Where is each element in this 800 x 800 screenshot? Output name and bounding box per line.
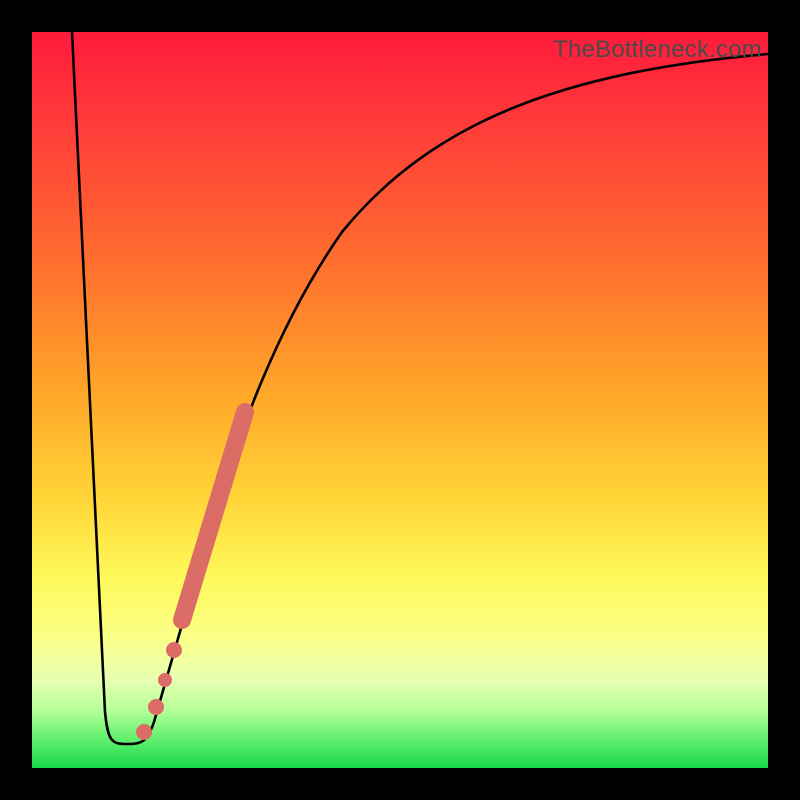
- marker-dot: [158, 673, 172, 687]
- marker-segment: [182, 412, 245, 620]
- marker-dot: [136, 724, 152, 740]
- chart-plot-area: TheBottleneck.com: [32, 32, 768, 768]
- marker-dot: [166, 642, 182, 658]
- watermark-text: TheBottleneck.com: [553, 36, 762, 64]
- scatter-layer: [32, 32, 768, 768]
- curve-path: [72, 32, 768, 744]
- marker-dot: [148, 699, 164, 715]
- chart-frame: TheBottleneck.com: [0, 0, 800, 800]
- bottleneck-curve: [32, 32, 768, 768]
